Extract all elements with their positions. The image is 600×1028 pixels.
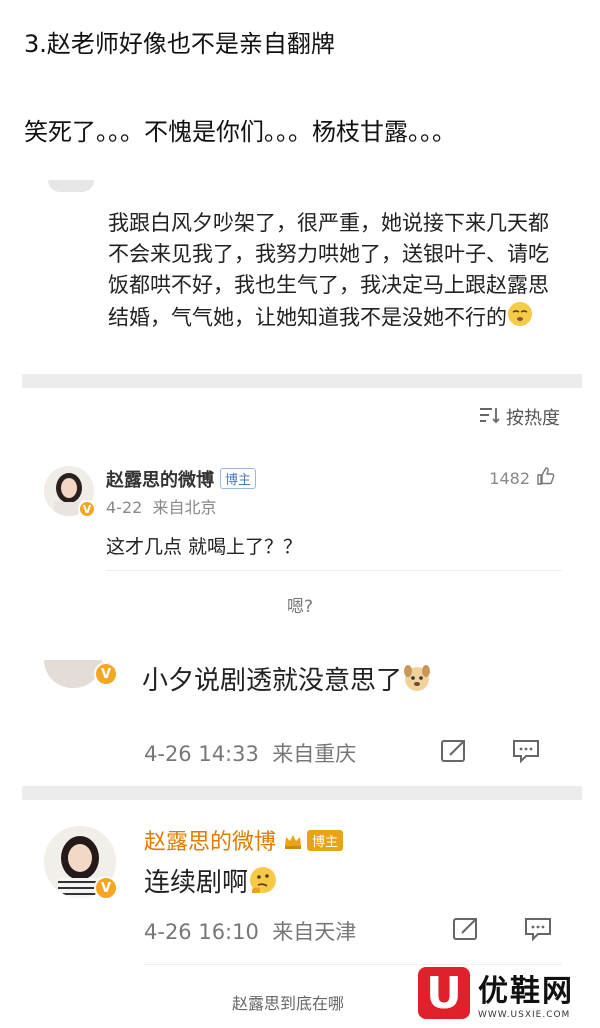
post-text: 我跟白风夕吵架了，很严重，她说接下来几天都不会来见我了，我努力哄她了，送银叶子、… — [108, 211, 549, 330]
brand-name: 优鞋网 — [478, 974, 574, 1009]
dog-face-emoji-icon — [402, 663, 432, 700]
divider — [144, 964, 562, 965]
author-name: 赵露思的微博 — [106, 470, 214, 491]
comment-date: 4-26 14:33 — [144, 742, 259, 766]
author-badge: 博主 — [307, 830, 344, 851]
comment-icon[interactable] — [512, 738, 540, 764]
author-name: 赵露思的微博 — [144, 830, 277, 855]
comment-author[interactable]: 赵露思的微博 博主 — [106, 466, 257, 492]
like-count: 1482 — [489, 468, 530, 488]
section-divider — [22, 374, 582, 388]
brand-url: WWW.USXIE.COM — [478, 1010, 571, 1020]
post-body: 我跟白风夕吵架了，很严重，她说接下来几天都不会来见我了，我努力哄她了，送银叶子、… — [108, 208, 568, 336]
thumbs-up-icon — [536, 466, 556, 490]
crown-icon — [283, 831, 303, 857]
comment-text: 小夕说剧透就没意思了 — [142, 660, 432, 700]
comment-meta: 4-26 14:33 来自重庆 — [144, 738, 356, 768]
sort-icon — [478, 406, 500, 429]
comment-location: 来自重庆 — [272, 742, 357, 766]
like-button[interactable]: 1482 — [489, 466, 556, 490]
more-replies-link[interactable]: 赵露思到底在哪 — [232, 990, 344, 1014]
comment-meta: 4-26 16:10 来自天津 — [144, 916, 356, 946]
sleepy-emoji-icon — [507, 301, 533, 336]
comment-date: 4-22 — [106, 498, 143, 517]
comment-location: 来自北京 — [152, 498, 217, 517]
comment-icon[interactable] — [524, 916, 552, 942]
avatar-wrapper[interactable]: V — [44, 826, 118, 900]
comment-meta: 4-22 来自北京 — [106, 494, 217, 518]
avatar-wrapper[interactable]: V — [44, 466, 96, 518]
sort-toggle[interactable]: 按热度 — [478, 404, 560, 430]
cropped-avatar: V — [44, 660, 118, 690]
watermark-logo: U 优鞋网 WWW.USXIE.COM — [418, 966, 574, 1020]
article-line-1: 3.赵老师好像也不是亲自翻牌 — [24, 30, 335, 58]
verified-icon: V — [78, 500, 96, 518]
divider — [106, 570, 562, 571]
sort-label: 按热度 — [506, 408, 560, 429]
share-icon[interactable] — [440, 738, 468, 764]
verified-icon: V — [94, 876, 118, 900]
comment-author[interactable]: 赵露思的微博 博主 — [144, 824, 344, 857]
article-line-2: 笑死了。。。不愧是你们。。。杨枝甘露。。。 — [24, 118, 456, 146]
section-divider — [22, 786, 582, 800]
comment-text: 这才几点 就喝上了？？ — [106, 536, 303, 558]
comment-body: 小夕说剧透就没意思了 — [142, 666, 403, 696]
thinking-emoji-icon — [248, 865, 278, 902]
reply-hint: 嗯? — [286, 597, 314, 617]
comment-location: 来自天津 — [272, 920, 357, 944]
comment-body: 连续剧啊 — [144, 868, 249, 898]
author-badge: 博主 — [220, 468, 257, 489]
comment-date: 4-26 16:10 — [144, 920, 259, 944]
cropped-avatar — [48, 180, 94, 192]
share-icon[interactable] — [452, 916, 480, 942]
brand-logo-icon: U — [418, 967, 470, 1019]
verified-icon: V — [94, 662, 118, 686]
comment-text: 连续剧啊 — [144, 862, 278, 902]
